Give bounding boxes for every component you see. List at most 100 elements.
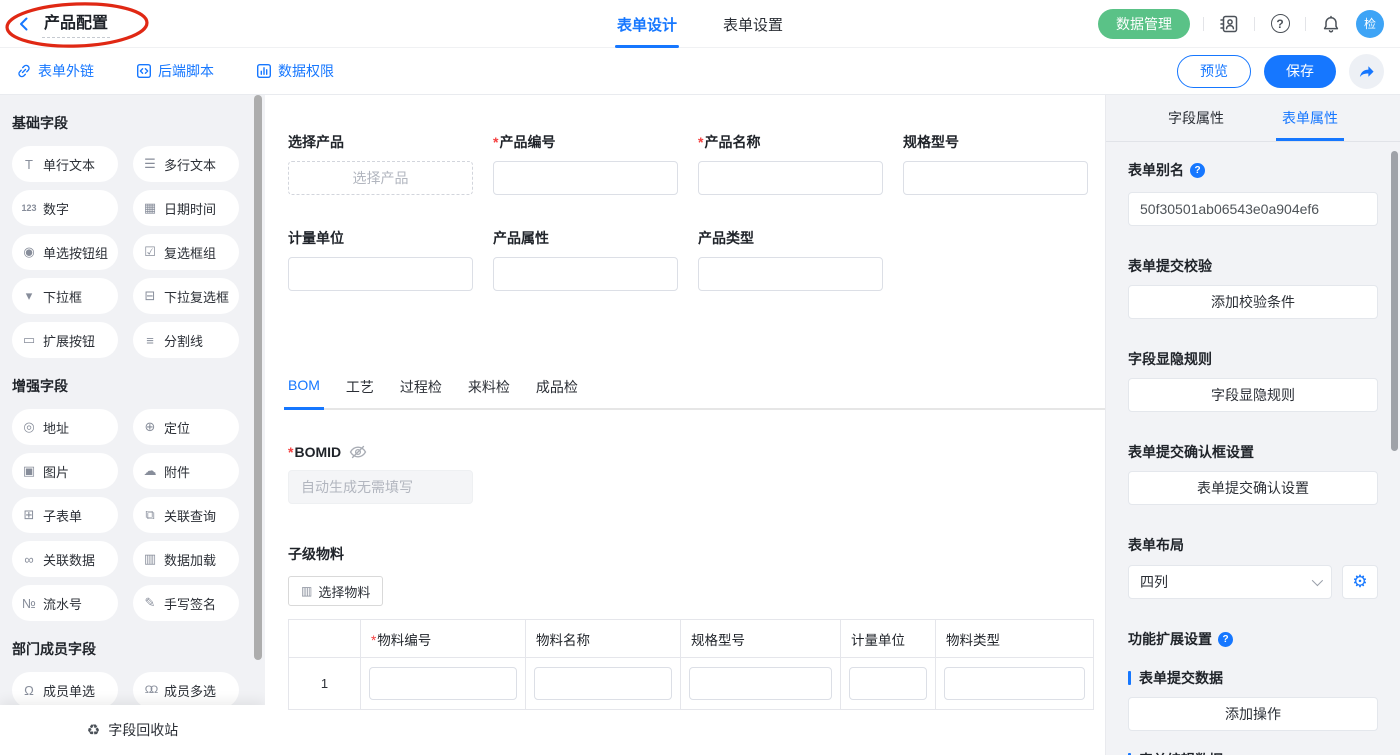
- sidebar-item-number[interactable]: 123数字: [12, 190, 118, 226]
- page-title[interactable]: 产品配置: [42, 9, 110, 38]
- tab-工艺[interactable]: 工艺: [346, 377, 374, 408]
- sidebar-item-data-load[interactable]: ▥数据加载: [133, 541, 239, 577]
- toolbar-link-数据权限[interactable]: 数据权限: [256, 61, 334, 81]
- panel-scrollbar[interactable]: [1391, 151, 1398, 451]
- sidebar-scrollbar[interactable]: [254, 95, 262, 660]
- sidebar-section-title: 增强字段: [12, 376, 265, 396]
- header-tab-表单设置[interactable]: 表单设置: [723, 0, 783, 48]
- add-action-button[interactable]: 添加操作: [1128, 697, 1378, 731]
- sidebar-item-label: 扩展按钮: [43, 331, 95, 350]
- panel-button-表单提交确认设置[interactable]: 表单提交确认设置: [1128, 471, 1378, 505]
- bell-icon[interactable]: [1319, 12, 1343, 36]
- tab-BOM[interactable]: BOM: [288, 377, 320, 408]
- save-button[interactable]: 保存: [1264, 55, 1336, 88]
- sidebar-item-radio-group[interactable]: ◉单选按钮组: [12, 234, 118, 270]
- sidebar-item-label: 附件: [164, 462, 190, 481]
- field-label-text: 产品编号: [499, 134, 555, 150]
- form-field-计量单位[interactable]: 计量单位: [288, 228, 473, 291]
- form-field-产品名称[interactable]: *产品名称: [698, 132, 883, 195]
- sidebar-item-divider-line[interactable]: ≡分割线: [133, 322, 239, 358]
- backend-script-icon: [136, 63, 152, 79]
- sidebar-item-location[interactable]: ⊕定位: [133, 409, 239, 445]
- field-input[interactable]: [288, 257, 473, 291]
- data-manage-button[interactable]: 数据管理: [1098, 9, 1190, 39]
- recycle-icon: ♻: [87, 721, 100, 739]
- form-alias-input[interactable]: 50f30501ab06543e0a904ef6: [1128, 192, 1378, 226]
- sidebar-item-linked-data[interactable]: ∞关联数据: [12, 541, 118, 577]
- field-label-text: 计量单位: [288, 230, 344, 246]
- sidebar-item-label: 定位: [164, 418, 190, 437]
- sidebar-item-signature[interactable]: ✎手写签名: [133, 585, 239, 621]
- panel-tab-表单属性[interactable]: 表单属性: [1282, 95, 1338, 141]
- sidebar-item-image[interactable]: ▣图片: [12, 453, 118, 489]
- contacts-book-icon[interactable]: [1217, 12, 1241, 36]
- preview-button[interactable]: 预览: [1177, 55, 1251, 88]
- form-field-产品属性[interactable]: 产品属性: [493, 228, 678, 291]
- header-tab-表单设计[interactable]: 表单设计: [617, 0, 677, 48]
- panel-button-添加校验条件[interactable]: 添加校验条件: [1128, 285, 1378, 319]
- sidebar-item-extend-button[interactable]: ▭扩展按钮: [12, 322, 118, 358]
- sidebar-item-attachment[interactable]: ☁附件: [133, 453, 239, 489]
- table-header-label: 物料编号: [377, 633, 431, 648]
- share-button[interactable]: [1349, 54, 1384, 89]
- bomid-input[interactable]: 自动生成无需填写: [288, 470, 473, 504]
- table-cell: [681, 658, 841, 710]
- sidebar-section-grid: T单行文本 ☰多行文本 123数字 ▦日期时间 ◉单选按钮组 ☑复选框组 ▾下拉框 ⊟下拉复选…: [12, 146, 265, 358]
- sidebar-item-address[interactable]: ◎地址: [12, 409, 118, 445]
- field-input[interactable]: [493, 161, 678, 195]
- select-material-button[interactable]: ▥ 选择物料: [288, 576, 383, 606]
- sidebar-item-datetime[interactable]: ▦日期时间: [133, 190, 239, 226]
- sidebar-item-member-multi[interactable]: ΩΩ成员多选: [133, 672, 239, 708]
- row-number: 1: [289, 658, 361, 710]
- form-field-产品类型[interactable]: 产品类型: [698, 228, 883, 291]
- back-button[interactable]: [16, 16, 32, 32]
- panel-button-字段显隐规则[interactable]: 字段显隐规则: [1128, 378, 1378, 412]
- sidebar-item-multi-line-text[interactable]: ☰多行文本: [133, 146, 239, 182]
- help-icon[interactable]: ?: [1268, 12, 1292, 36]
- sidebar-item-dropdown[interactable]: ▾下拉框: [12, 278, 118, 314]
- form-field-选择产品[interactable]: 选择产品选择产品: [288, 132, 473, 195]
- table-cell-input[interactable]: [534, 667, 672, 700]
- table-cell-input[interactable]: [689, 667, 832, 700]
- sidebar-item-checkbox-group[interactable]: ☑复选框组: [133, 234, 239, 270]
- dropdown-icon: ▾: [21, 288, 37, 304]
- sidebar-item-linked-query[interactable]: ⧉关联查询: [133, 497, 239, 533]
- table-cell-input[interactable]: [369, 667, 517, 700]
- layout-settings-button[interactable]: ⚙: [1342, 565, 1378, 599]
- field-label-text: 产品名称: [704, 134, 760, 150]
- divider: [1305, 17, 1306, 31]
- eye-off-icon[interactable]: [349, 444, 367, 460]
- sidebar-item-single-line-text[interactable]: T单行文本: [12, 146, 118, 182]
- layout-select[interactable]: 四列: [1128, 565, 1332, 599]
- tab-成品检[interactable]: 成品检: [536, 377, 578, 408]
- datetime-icon: ▦: [142, 200, 158, 216]
- sidebar-item-label: 地址: [43, 418, 69, 437]
- table-cell-input[interactable]: [849, 667, 927, 700]
- sidebar-item-serial-number[interactable]: №流水号: [12, 585, 118, 621]
- avatar[interactable]: 检: [1356, 10, 1384, 38]
- help-icon[interactable]: ?: [1218, 632, 1233, 647]
- form-alias-label: 表单别名 ?: [1128, 160, 1378, 180]
- sidebar-item-subform[interactable]: ⊞子表单: [12, 497, 118, 533]
- table-cell: [526, 658, 681, 710]
- field-recycle-bin[interactable]: ♻ 字段回收站: [0, 705, 265, 755]
- sidebar-item-multi-dropdown[interactable]: ⊟下拉复选框: [133, 278, 239, 314]
- field-input[interactable]: [698, 161, 883, 195]
- extension-item-表单编辑数据: 表单编辑数据: [1128, 750, 1378, 755]
- field-input[interactable]: [903, 161, 1088, 195]
- form-field-规格型号[interactable]: 规格型号: [903, 132, 1088, 195]
- form-field-产品编号[interactable]: *产品编号: [493, 132, 678, 195]
- field-input[interactable]: [698, 257, 883, 291]
- toolbar-link-后端脚本[interactable]: 后端脚本: [136, 61, 214, 81]
- table-cell-input[interactable]: [944, 667, 1085, 700]
- panel-label-字段显隐规则: 字段显隐规则: [1128, 349, 1378, 369]
- product-picker-button[interactable]: 选择产品: [288, 161, 473, 195]
- tab-来料检[interactable]: 来料检: [468, 377, 510, 408]
- help-icon[interactable]: ?: [1190, 163, 1205, 178]
- sidebar-item-label: 关联查询: [164, 506, 216, 525]
- sidebar-item-member-single[interactable]: Ω成员单选: [12, 672, 118, 708]
- tab-过程检[interactable]: 过程检: [400, 377, 442, 408]
- toolbar-link-表单外链[interactable]: 表单外链: [16, 61, 94, 81]
- panel-tab-字段属性[interactable]: 字段属性: [1168, 95, 1224, 141]
- field-input[interactable]: [493, 257, 678, 291]
